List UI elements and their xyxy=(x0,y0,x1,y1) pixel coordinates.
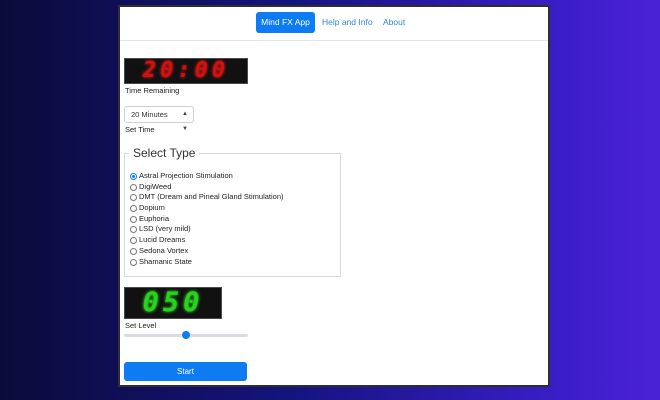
select-caret-icon: ▲ ▼ xyxy=(182,111,188,132)
radio-option[interactable]: LSD (very mild) xyxy=(130,224,284,235)
radio-button[interactable] xyxy=(130,247,137,255)
radio-option-label: Dopium xyxy=(139,203,165,213)
radio-option[interactable]: DMT (Dream and Pineal Gland Stimulation) xyxy=(130,192,284,203)
level-slider[interactable] xyxy=(124,331,248,339)
radio-button[interactable] xyxy=(130,237,137,245)
radio-option[interactable]: DigiWeed xyxy=(130,182,284,193)
radio-button[interactable] xyxy=(130,258,137,266)
radio-option-label: Sedona Vortex xyxy=(139,245,189,255)
set-time-label: Set Time xyxy=(125,125,155,134)
select-type-legend: Select Type xyxy=(129,146,200,160)
set-level-label: Set Level xyxy=(125,321,157,330)
app-page: Mind FX App Help and Info About 20:00 Ti… xyxy=(120,7,548,385)
radio-option-label: Lucid Dreams xyxy=(139,235,186,245)
radio-option-label: DMT (Dream and Pineal Gland Stimulation) xyxy=(139,192,284,202)
start-button[interactable]: Start xyxy=(124,362,247,381)
time-remaining-label: Time Remaining xyxy=(125,86,180,95)
slider-thumb[interactable] xyxy=(182,331,190,339)
radio-option[interactable]: Euphoria xyxy=(130,214,284,225)
radio-button[interactable] xyxy=(130,173,137,180)
level-display: 050 xyxy=(124,287,222,319)
nav-about-link[interactable]: About xyxy=(383,12,405,33)
set-time-value: 20 Minutes xyxy=(131,110,168,119)
radio-button[interactable] xyxy=(130,205,137,213)
radio-option-label: DigiWeed xyxy=(139,181,172,191)
radio-button[interactable] xyxy=(130,183,137,191)
nav-help-link[interactable]: Help and Info xyxy=(322,12,373,33)
time-remaining-display: 20:00 xyxy=(124,58,248,84)
radio-option-label: LSD (very mild) xyxy=(139,224,191,234)
radio-option[interactable]: Shamanic State xyxy=(130,257,284,268)
radio-option[interactable]: Lucid Dreams xyxy=(130,235,284,246)
select-type-group: Select Type Astral Projection Stimulatio… xyxy=(124,146,341,277)
radio-option-label: Astral Projection Stimulation xyxy=(139,171,233,180)
radio-option-label: Euphoria xyxy=(139,213,170,223)
radio-button[interactable] xyxy=(130,194,137,202)
radio-option[interactable]: Sedona Vortex xyxy=(130,246,284,257)
nav-app-button[interactable]: Mind FX App xyxy=(256,12,315,33)
radio-button[interactable] xyxy=(130,215,137,223)
radio-option[interactable]: Astral Projection Stimulation xyxy=(130,171,284,182)
type-radio-list: Astral Projection Stimulation DigiWeed DMT… xyxy=(130,171,284,267)
radio-button[interactable] xyxy=(130,226,137,234)
set-time-select[interactable]: 20 Minutes ▲ ▼ xyxy=(124,106,194,132)
radio-option[interactable]: Dopium xyxy=(130,203,284,214)
radio-option-label: Shamanic State xyxy=(139,256,192,266)
browser-window: Mind FX App Help and Info About 20:00 Ti… xyxy=(118,5,550,387)
navbar: Mind FX App Help and Info About xyxy=(120,7,548,41)
